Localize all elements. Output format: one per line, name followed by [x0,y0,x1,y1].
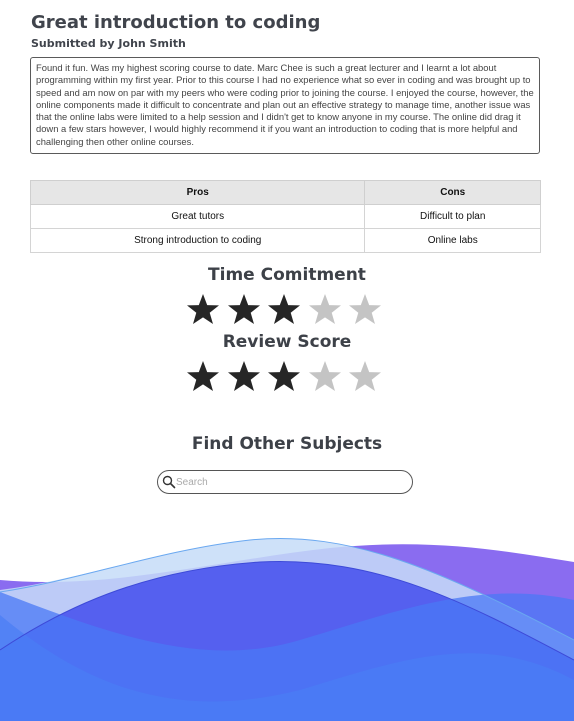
review-score-heading: Review Score [222,332,352,352]
cons-header: Cons [364,180,541,205]
review-text-box[interactable]: Found it fun. Was my highest scoring cou… [30,57,540,154]
pros-cons-table: Pros Cons Great tutors Difficult to plan… [29,180,541,253]
submitted-by: Submitted by John Smith [31,37,186,50]
star-empty-icon [349,294,381,324]
star-empty-icon [349,361,381,391]
star-empty-icon [308,361,341,391]
review-score-stars [186,360,386,396]
pro-cell: Strong introduction to coding [29,228,366,253]
review-title: Great introduction to coding [31,12,321,33]
decorative-waves [0,537,574,721]
pro-cell: Great tutors [29,204,366,229]
con-cell: Difficult to plan [364,204,541,229]
time-commitment-stars [186,293,386,329]
star-empty-icon [308,294,341,324]
time-commitment-heading: Time Comitment [208,265,366,285]
search-input[interactable] [176,474,404,490]
star-filled-icon [187,294,219,324]
con-cell: Online labs [364,228,541,253]
star-filled-icon [227,294,260,324]
pros-header: Pros [29,180,366,205]
star-filled-icon [187,361,219,391]
search-icon [162,475,176,489]
search-bar[interactable] [157,470,413,494]
star-filled-icon [268,294,300,324]
find-other-subjects-heading: Find Other Subjects [191,434,383,454]
table-row: Strong introduction to coding Online lab… [29,228,541,253]
table-row: Great tutors Difficult to plan [29,204,541,229]
star-filled-icon [227,361,260,391]
star-filled-icon [268,361,300,391]
